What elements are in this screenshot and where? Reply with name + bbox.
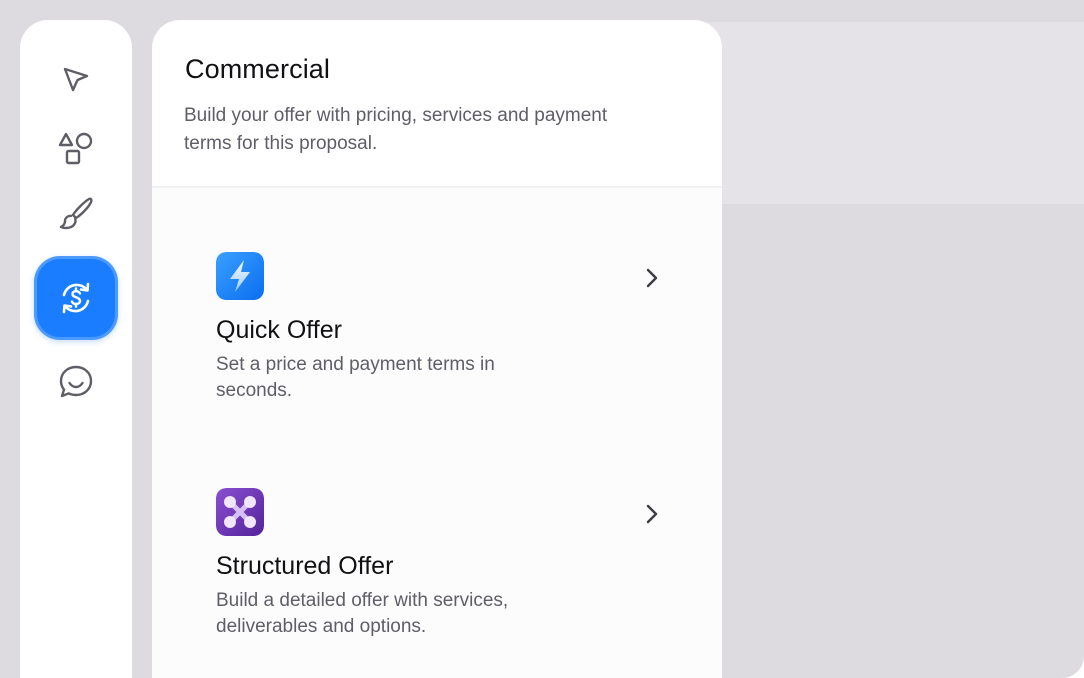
nodes-icon (216, 488, 264, 536)
quick-offer-card[interactable]: Quick Offer Set a price and payment term… (192, 252, 682, 442)
structured-offer-description: Build a detailed offer with services, de… (216, 590, 509, 637)
offer-options: Quick Offer Set a price and payment term… (152, 188, 722, 678)
lightning-icon (216, 252, 264, 300)
tool-rail (20, 20, 132, 678)
chevron-right-icon (646, 504, 658, 524)
shapes-tool-button[interactable] (20, 118, 132, 178)
shapes-icon (58, 132, 93, 165)
panel-description: Build your offer with pricing, services … (184, 105, 608, 154)
app-frame: Commercial Build your offer with pricing… (0, 0, 1084, 678)
canvas-area (700, 22, 1084, 204)
select-tool-button[interactable] (20, 50, 132, 110)
structured-offer-title: Structured Offer (216, 552, 394, 580)
chevron-right-icon (646, 268, 658, 288)
comments-tool-button[interactable] (20, 352, 132, 412)
dollar-cycle-icon (62, 282, 90, 314)
chat-bubble-icon (59, 365, 93, 398)
commercial-panel: Commercial Build your offer with pricing… (152, 20, 722, 678)
panel-title: Commercial (185, 54, 331, 84)
quick-offer-title: Quick Offer (216, 316, 342, 344)
quick-offer-description: Set a price and payment terms in seconds… (216, 354, 495, 401)
panel-header: Commercial Build your offer with pricing… (152, 20, 722, 188)
cursor-arrow-icon (63, 67, 89, 92)
structured-offer-card[interactable]: Structured Offer Build a detailed offer … (192, 488, 682, 678)
commercial-tool-button[interactable] (34, 256, 118, 340)
paintbrush-icon (59, 197, 93, 230)
brush-tool-button[interactable] (20, 184, 132, 244)
